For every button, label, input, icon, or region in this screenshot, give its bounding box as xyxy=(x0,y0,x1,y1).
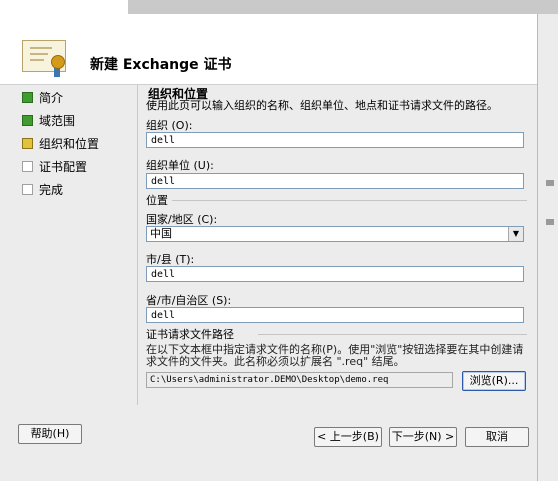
country-value: 中国 xyxy=(150,227,172,240)
orgunit-input[interactable]: dell xyxy=(146,173,524,189)
step-cert-config[interactable]: 证书配置 xyxy=(22,157,87,175)
step-label: 完成 xyxy=(39,182,64,197)
help-button[interactable]: 帮助(H) xyxy=(18,424,82,444)
reqfile-path-input[interactable]: C:\Users\administrator.DEMO\Desktop\demo… xyxy=(146,372,453,388)
background-window-edge xyxy=(537,14,558,481)
step-label: 域范围 xyxy=(39,113,76,128)
orgunit-label: 组织单位 (U): xyxy=(146,159,214,172)
wizard-steps: 简介 域范围 组织和位置 证书配置 完成 xyxy=(0,85,128,385)
org-input[interactable]: dell xyxy=(146,132,524,148)
edge-marker xyxy=(546,219,554,225)
step-label: 简介 xyxy=(39,90,64,105)
browse-button[interactable]: 浏览(R)... xyxy=(462,371,526,391)
certificate-icon xyxy=(22,40,66,77)
step-org-location[interactable]: 组织和位置 xyxy=(22,134,99,152)
step-intro[interactable]: 简介 xyxy=(22,88,63,106)
new-exchange-certificate-wizard: 新建 Exchange 证书 简介 域范围 组织和位置 证书配置 完成 组织和位… xyxy=(0,0,558,481)
step-complete-icon xyxy=(22,91,33,103)
step-current-icon xyxy=(22,137,33,149)
state-label: 省/市/自治区 (S): xyxy=(146,294,232,307)
city-label: 市/县 (T): xyxy=(146,253,195,266)
city-input[interactable]: dell xyxy=(146,266,524,282)
step-finish[interactable]: 完成 xyxy=(22,180,63,198)
country-select[interactable]: 中国 ▼ xyxy=(146,226,524,242)
edge-marker xyxy=(546,180,554,186)
dropdown-arrow-icon[interactable]: ▼ xyxy=(508,227,523,241)
wizard-body: 简介 域范围 组织和位置 证书配置 完成 组织和位置 使用此页可以输入组织的名称… xyxy=(0,85,537,481)
org-location-page: 组织和位置 使用此页可以输入组织的名称、组织单位、地点和证书请求文件的路径。 组… xyxy=(137,85,531,405)
location-group-divider xyxy=(172,200,527,201)
step-label: 证书配置 xyxy=(39,159,88,174)
back-button[interactable]: < 上一步(B) xyxy=(314,427,382,447)
step-pending-icon xyxy=(22,183,33,195)
dialog-title: 新建 Exchange 证书 xyxy=(90,57,232,73)
background-window-strip xyxy=(128,0,558,15)
next-button[interactable]: 下一步(N) > xyxy=(389,427,457,447)
state-input[interactable]: dell xyxy=(146,307,524,323)
step-pending-icon xyxy=(22,160,33,172)
reqfile-help-text: 在以下文本框中指定请求文件的名称(P)。使用"浏览"按钮选择要在其中创建请求文件… xyxy=(146,343,524,368)
location-group-label: 位置 xyxy=(146,194,168,207)
step-domain-scope[interactable]: 域范围 xyxy=(22,111,75,129)
section-description: 使用此页可以输入组织的名称、组织单位、地点和证书请求文件的路径。 xyxy=(146,99,498,112)
reqfile-group-divider xyxy=(258,334,527,335)
reqfile-group-label: 证书请求文件路径 xyxy=(146,328,234,341)
step-complete-icon xyxy=(22,114,33,126)
country-label: 国家/地区 (C): xyxy=(146,213,218,226)
cancel-button[interactable]: 取消 xyxy=(465,427,529,447)
wizard-header: 新建 Exchange 证书 xyxy=(0,14,537,85)
org-label: 组织 (O): xyxy=(146,119,193,132)
step-label: 组织和位置 xyxy=(39,136,100,151)
